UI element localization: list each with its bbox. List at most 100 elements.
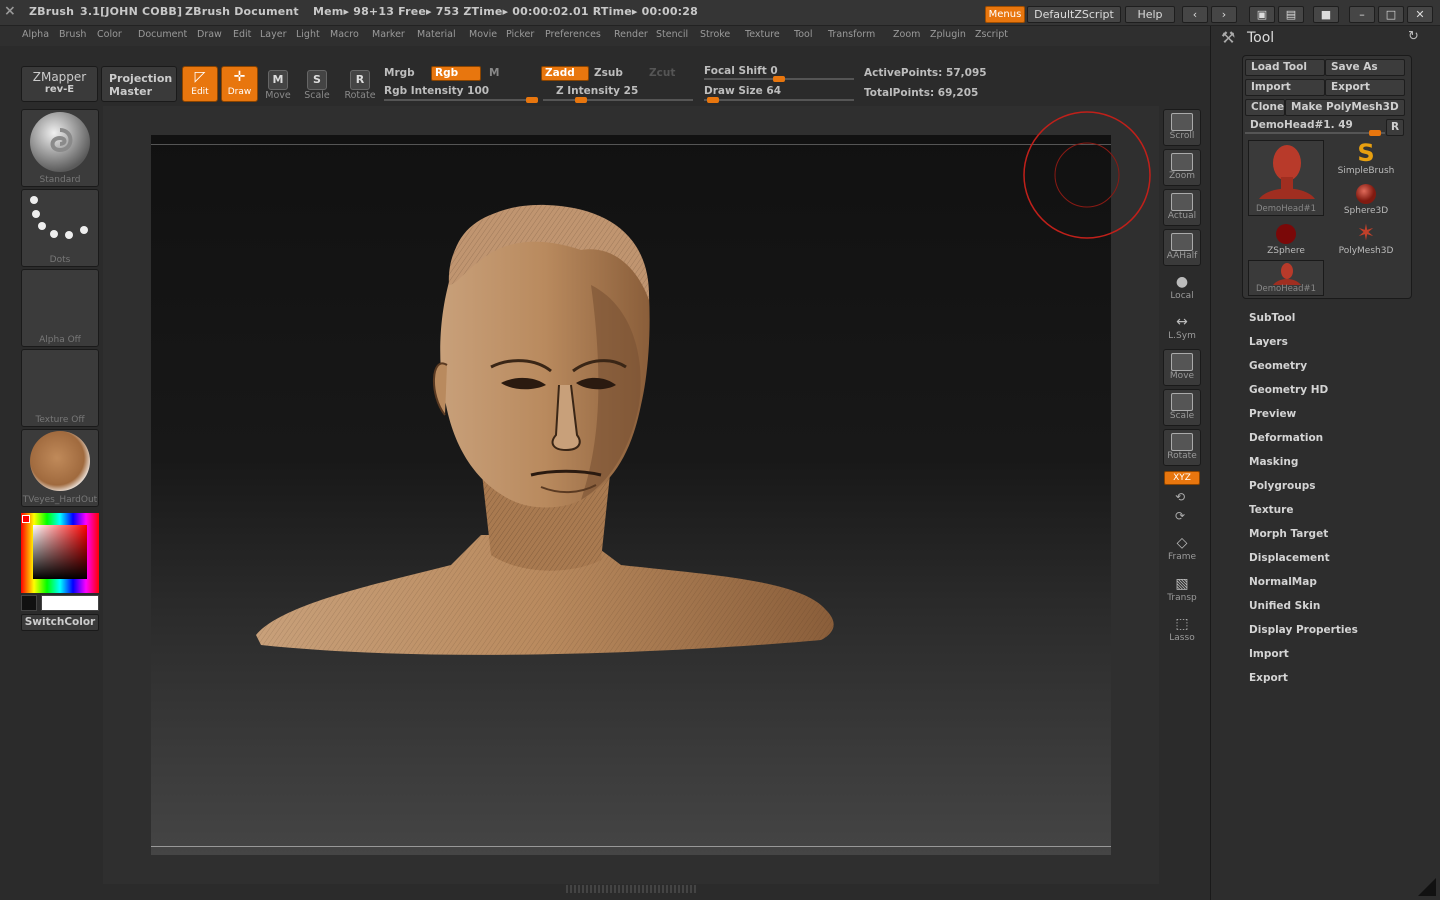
subpalette-morph-target[interactable]: Morph Target xyxy=(1249,528,1328,540)
layout-a-icon[interactable]: ▣ xyxy=(1249,6,1275,23)
menu-document[interactable]: Document xyxy=(138,29,187,40)
tool-thumb-simplebrush[interactable]: S SimpleBrush xyxy=(1328,140,1404,178)
rotate-mode-button[interactable]: R Rotate xyxy=(342,70,378,101)
canvas-resize-handle[interactable] xyxy=(566,885,696,893)
zadd-button[interactable]: Zadd xyxy=(541,66,589,81)
menu-alpha[interactable]: Alpha xyxy=(22,29,49,40)
export-tool-button[interactable]: Export xyxy=(1325,79,1405,96)
texture-selector[interactable]: Texture Off xyxy=(21,349,99,427)
scale-view-button[interactable]: Scale xyxy=(1163,389,1201,426)
menu-picker[interactable]: Picker xyxy=(506,29,534,40)
subpalette-import[interactable]: Import xyxy=(1249,648,1289,660)
tool-thumb-demohead[interactable]: DemoHead#1 xyxy=(1248,140,1324,216)
menus-button[interactable]: Menus xyxy=(985,6,1025,23)
subpalette-deformation[interactable]: Deformation xyxy=(1249,432,1323,444)
subpalette-texture[interactable]: Texture xyxy=(1249,504,1293,516)
focal-shift-slider[interactable] xyxy=(704,76,854,82)
menu-tool[interactable]: Tool xyxy=(794,29,812,40)
subpalette-displacement[interactable]: Displacement xyxy=(1249,552,1330,564)
color-picker[interactable] xyxy=(21,513,99,593)
menu-zoom[interactable]: Zoom xyxy=(893,29,920,40)
draw-size-knob[interactable] xyxy=(707,97,720,103)
mrgb-button[interactable]: Mrgb xyxy=(384,67,415,79)
palette-right-icon[interactable]: › xyxy=(1211,6,1237,23)
menu-macro[interactable]: Macro xyxy=(330,29,359,40)
rotate-y-icon[interactable]: ⟲ xyxy=(1175,490,1185,504)
menu-material[interactable]: Material xyxy=(417,29,456,40)
focal-shift-knob[interactable] xyxy=(773,76,785,82)
zsub-button[interactable]: Zsub xyxy=(594,67,623,79)
menu-stencil[interactable]: Stencil xyxy=(656,29,688,40)
subpalette-export[interactable]: Export xyxy=(1249,672,1288,684)
menu-preferences[interactable]: Preferences xyxy=(545,29,601,40)
z-intensity-slider[interactable] xyxy=(543,97,693,103)
menu-brush[interactable]: Brush xyxy=(59,29,86,40)
color-gradient-square[interactable] xyxy=(33,525,87,579)
menu-color[interactable]: Color xyxy=(97,29,122,40)
layout-b-icon[interactable]: ▤ xyxy=(1278,6,1304,23)
close-icon[interactable]: ✕ xyxy=(1407,6,1433,23)
save-as-button[interactable]: Save As xyxy=(1325,59,1405,76)
menu-movie[interactable]: Movie xyxy=(469,29,497,40)
canvas[interactable] xyxy=(151,111,1151,855)
stroke-selector[interactable]: Dots xyxy=(21,189,99,267)
menu-zplugin[interactable]: Zplugin xyxy=(930,29,966,40)
transp-button[interactable]: ▧ Transp xyxy=(1163,572,1201,609)
zoom-button[interactable]: Zoom xyxy=(1163,149,1201,186)
window-resize-grip[interactable] xyxy=(1418,878,1436,896)
m-button[interactable]: M xyxy=(489,67,499,79)
help-button[interactable]: Help xyxy=(1125,6,1175,23)
aahalf-button[interactable]: AAHalf xyxy=(1163,229,1201,266)
menu-edit[interactable]: Edit xyxy=(233,29,251,40)
import-tool-button[interactable]: Import xyxy=(1245,79,1325,96)
restore-icon[interactable]: □ xyxy=(1378,6,1404,23)
draw-mode-button[interactable]: ✛ Draw xyxy=(221,66,258,102)
draw-size-slider[interactable] xyxy=(704,97,854,103)
hue-marker[interactable] xyxy=(22,515,30,523)
default-zscript-button[interactable]: DefaultZScript xyxy=(1027,6,1121,23)
rgb-intensity-knob[interactable] xyxy=(526,97,538,103)
subpalette-display-properties[interactable]: Display Properties xyxy=(1249,624,1358,636)
switch-color-button[interactable]: SwitchColor xyxy=(21,614,99,631)
secondary-color-swatch[interactable] xyxy=(21,595,37,611)
tool-thumb-polymesh3d[interactable]: ✶ PolyMesh3D xyxy=(1328,222,1404,260)
palette-left-icon[interactable]: ‹ xyxy=(1182,6,1208,23)
rgb-button[interactable]: Rgb xyxy=(431,66,481,81)
actual-button[interactable]: Actual xyxy=(1163,189,1201,226)
menu-zscript[interactable]: Zscript xyxy=(975,29,1008,40)
edit-mode-button[interactable]: ◸ Edit xyxy=(182,66,218,102)
rgb-intensity-slider[interactable] xyxy=(384,97,538,103)
z-intensity-knob[interactable] xyxy=(574,97,587,103)
minimize-icon[interactable]: – xyxy=(1349,6,1375,23)
zcut-button[interactable]: Zcut xyxy=(649,67,675,79)
subpalette-normalmap[interactable]: NormalMap xyxy=(1249,576,1317,588)
local-button[interactable]: ● Local xyxy=(1163,270,1201,307)
lsym-button[interactable]: ↔ L.Sym xyxy=(1163,310,1201,347)
menu-light[interactable]: Light xyxy=(296,29,320,40)
tool-thumb-demohead-small[interactable]: DemoHead#1 xyxy=(1248,260,1324,296)
scroll-button[interactable]: Scroll xyxy=(1163,109,1201,146)
menu-marker[interactable]: Marker xyxy=(372,29,405,40)
move-mode-button[interactable]: M Move xyxy=(260,70,296,101)
subpalette-subtool[interactable]: SubTool xyxy=(1249,312,1295,324)
tool-slider[interactable] xyxy=(1245,130,1385,136)
frame-button[interactable]: ◇ Frame xyxy=(1163,531,1201,568)
make-polymesh3d-button[interactable]: Make PolyMesh3D xyxy=(1285,99,1405,116)
load-tool-button[interactable]: Load Tool xyxy=(1245,59,1325,76)
r-button[interactable]: R xyxy=(1386,119,1404,136)
menu-layer[interactable]: Layer xyxy=(260,29,287,40)
subpalette-masking[interactable]: Masking xyxy=(1249,456,1298,468)
move-view-button[interactable]: Move xyxy=(1163,349,1201,386)
menu-transform[interactable]: Transform xyxy=(828,29,875,40)
clone-button[interactable]: Clone xyxy=(1245,99,1285,116)
material-selector[interactable]: TVeyes_HardOut xyxy=(21,429,99,507)
menu-texture[interactable]: Texture xyxy=(745,29,780,40)
subpalette-preview[interactable]: Preview xyxy=(1249,408,1296,420)
tool-slider-knob[interactable] xyxy=(1369,130,1381,136)
menu-draw[interactable]: Draw xyxy=(197,29,222,40)
lock-icon[interactable]: ■ xyxy=(1313,6,1339,23)
main-color-swatch[interactable] xyxy=(41,595,99,611)
scale-mode-button[interactable]: S Scale xyxy=(299,70,335,101)
rotate-view-button[interactable]: Rotate xyxy=(1163,429,1201,466)
subpalette-unified-skin[interactable]: Unified Skin xyxy=(1249,600,1320,612)
